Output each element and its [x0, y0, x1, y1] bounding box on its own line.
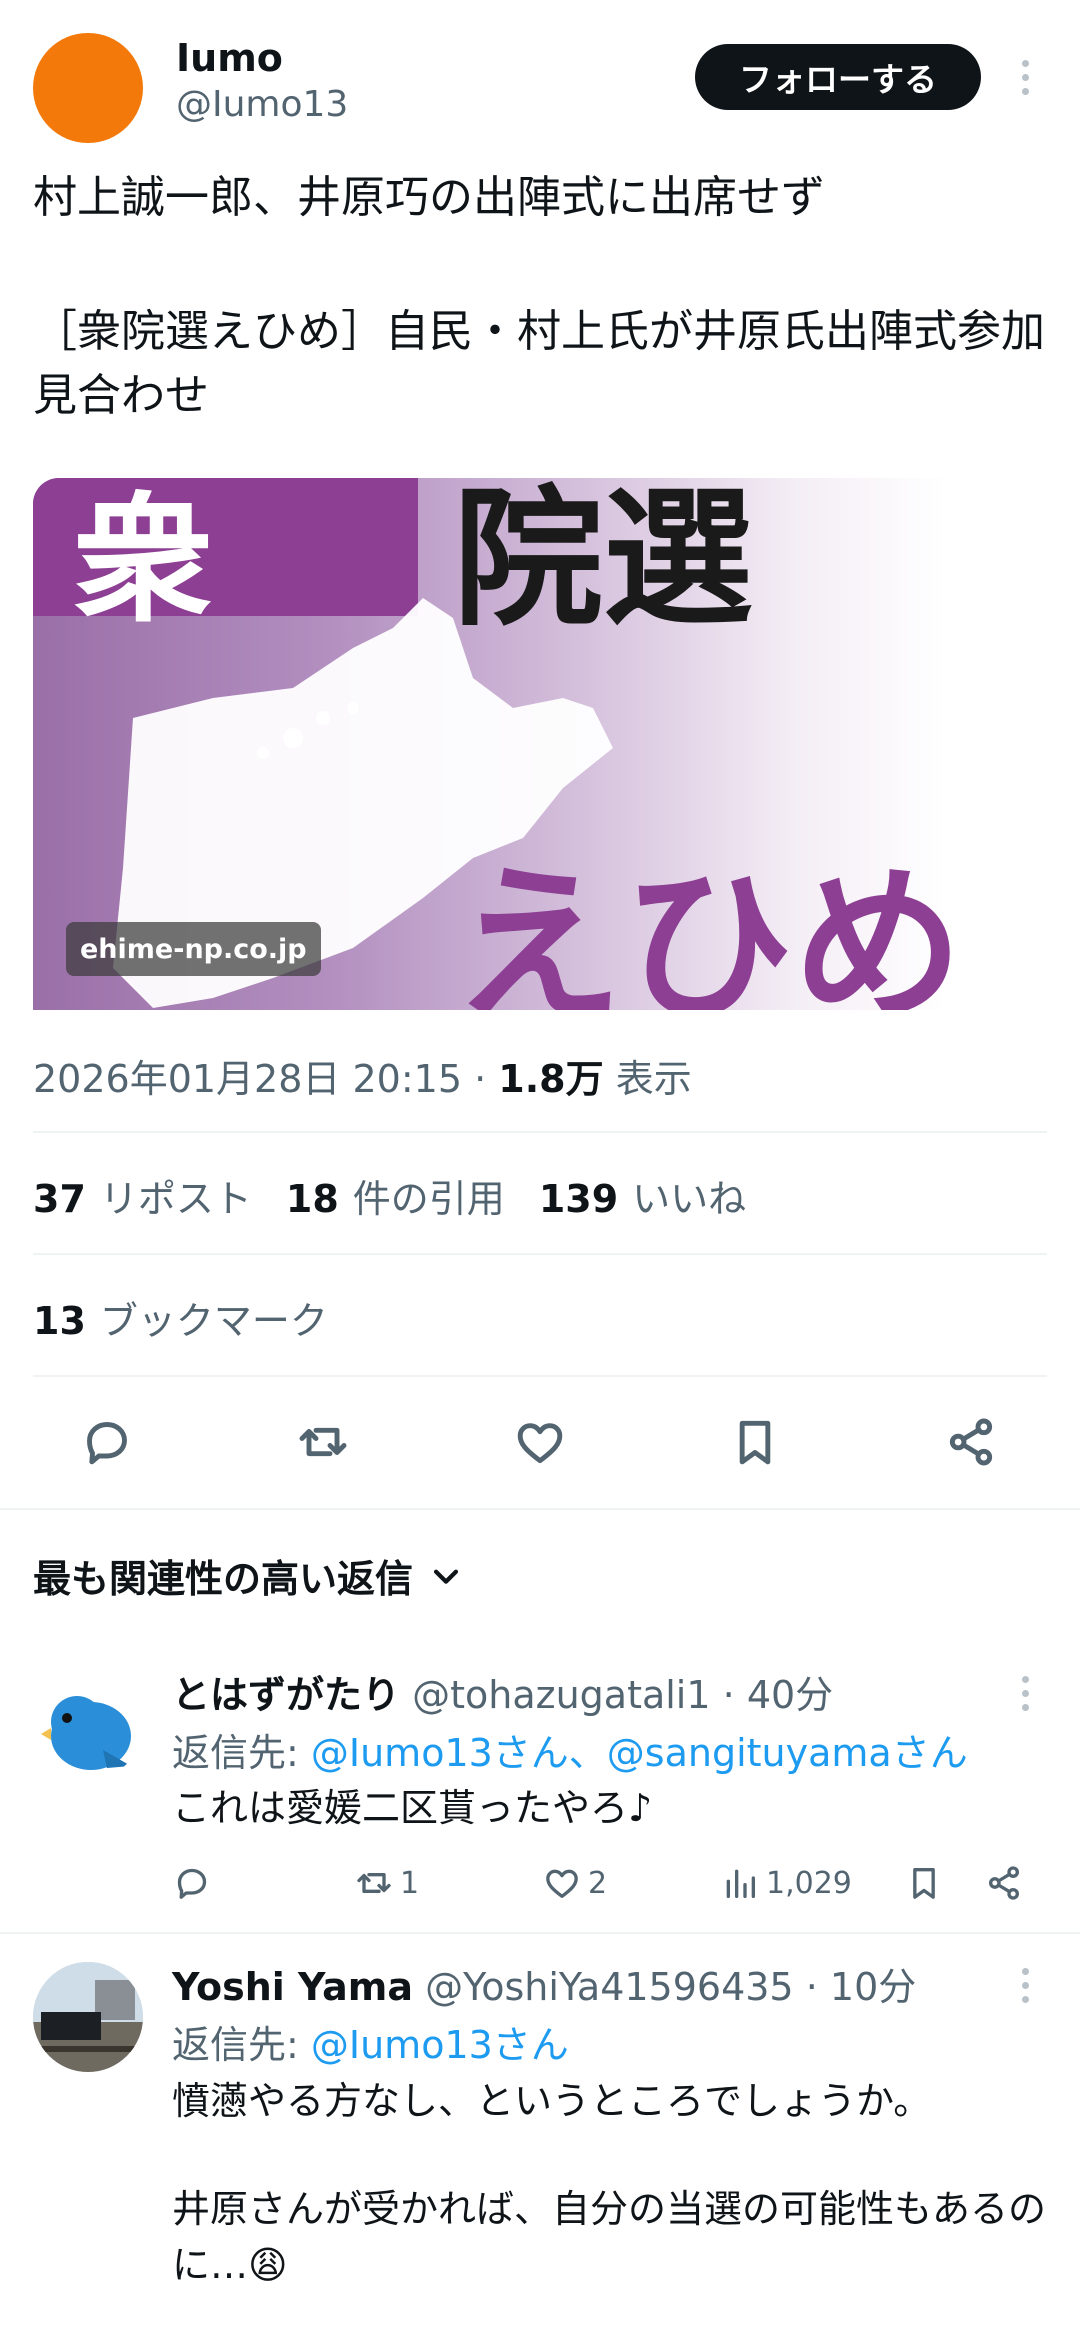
reply-like-count: 2 [588, 1865, 608, 1901]
section-divider [0, 1508, 1080, 1510]
views-icon[interactable]: 1,029 [720, 1858, 852, 1908]
tweet-text-line1: 村上誠一郎、井原巧の出陣式に出席せず [33, 172, 825, 223]
card-graphic-char: 衆 [73, 479, 214, 643]
reply-text: これは愛媛二区貰ったやろ♪ [172, 1786, 653, 1830]
card-graphic-char: えひめ [453, 846, 964, 1010]
card-source-label: ehime-np.co.jp [66, 922, 321, 976]
tweet-text-line2: ［衆院選えひめ］自民・村上氏が井原氏出陣式参加見合わせ [33, 306, 1045, 421]
repost-icon[interactable]: 1 [354, 1858, 419, 1908]
like-icon[interactable]: 2 [542, 1858, 607, 1908]
like-icon[interactable] [503, 1405, 577, 1479]
follow-button[interactable]: フォローする [695, 44, 981, 110]
link-card-image[interactable]: 衆 院選 えひめ ehime-np.co.jp [33, 478, 1047, 1010]
reply-author-name[interactable]: Yoshi Yama [172, 1965, 413, 2009]
likes-stat[interactable]: 139 いいね [539, 1168, 746, 1223]
divider [33, 1131, 1047, 1133]
replies-sort-label: 最も関連性の高い返信 [33, 1557, 414, 1601]
repost-icon[interactable] [286, 1405, 360, 1479]
reply-time[interactable]: 10分 [830, 1965, 916, 2009]
reply-to-mentions[interactable]: @Iumo13さん、@sangituyamaさん [311, 1731, 968, 1775]
reply-time[interactable]: 40分 [747, 1673, 833, 1717]
reply-author-handle[interactable]: @tohazugatali1 [412, 1673, 710, 1717]
reply-views-count: 1,029 [766, 1865, 852, 1901]
chevron-down-icon [433, 1569, 459, 1584]
reply-avatar[interactable] [33, 1670, 143, 1780]
card-graphic-char: 院選 [453, 478, 754, 647]
author-avatar[interactable] [33, 33, 143, 143]
reply-text: 井原さんが受かれば、自分の当選の可能性もあるのに…😩 [172, 2187, 1047, 2287]
reply-divider [0, 1932, 1080, 1934]
reply-to-mentions[interactable]: @Iumo13さん [311, 2023, 569, 2067]
views-label: 表示 [615, 1057, 692, 1101]
bookmarks-stat[interactable]: 13 ブックマーク [33, 1290, 328, 1345]
engagement-stats: 37 リポスト 18 件の引用 139 いいね [33, 1168, 746, 1223]
quotes-stat[interactable]: 18 件の引用 [286, 1168, 505, 1223]
reply-header: Yoshi Yama @YoshiYa41596435 · 10分 [172, 1965, 917, 2009]
share-icon[interactable] [934, 1405, 1008, 1479]
reply-to-line: 返信先: @Iumo13さん [172, 2023, 569, 2067]
parakeet-avatar-icon [41, 1696, 131, 1770]
bookmark-icon[interactable] [718, 1405, 792, 1479]
share-icon[interactable] [984, 1858, 1024, 1908]
reply-avatar[interactable] [33, 1962, 143, 2072]
tweet-timestamp[interactable]: 2026年01月28日 20:15 [33, 1057, 462, 1101]
reply-more-options-icon[interactable] [1010, 1968, 1040, 2003]
views-count: 1.8万 [498, 1057, 604, 1101]
bookmark-icon[interactable] [904, 1858, 944, 1908]
bookmark-stats: 13 ブックマーク [33, 1290, 328, 1345]
reply-repost-count: 1 [400, 1865, 420, 1901]
train-photo-avatar-icon [33, 1962, 143, 2072]
tweet-action-bar [0, 1405, 1080, 1479]
reply-icon[interactable] [70, 1405, 144, 1479]
reply-icon[interactable] [172, 1858, 212, 1908]
author-handle[interactable]: @Iumo13 [176, 84, 348, 125]
tweet-meta: 2026年01月28日 20:15 · 1.8万 表示 [33, 1057, 692, 1101]
reply-header: とはずがたり @tohazugatali1 · 40分 [172, 1673, 834, 1717]
reply-action-bar: 1 2 1,029 [172, 1858, 1052, 1908]
reply-to-line: 返信先: @Iumo13さん、@sangituyamaさん [172, 1731, 968, 1775]
reply-more-options-icon[interactable] [1010, 1676, 1040, 1711]
replies-sort-dropdown[interactable]: 最も関連性の高い返信 [33, 1548, 463, 1603]
reply-author-name[interactable]: とはずがたり [172, 1673, 400, 1717]
reply-text: 憤懣やる方なし、というところでしょうか。 [172, 2079, 932, 2123]
more-options-icon[interactable] [1010, 60, 1040, 95]
divider [33, 1375, 1047, 1377]
reposts-stat[interactable]: 37 リポスト [33, 1168, 252, 1223]
author-name[interactable]: Iumo [176, 36, 283, 80]
reply-author-handle[interactable]: @YoshiYa41596435 [425, 1965, 794, 2009]
divider [33, 1253, 1047, 1255]
